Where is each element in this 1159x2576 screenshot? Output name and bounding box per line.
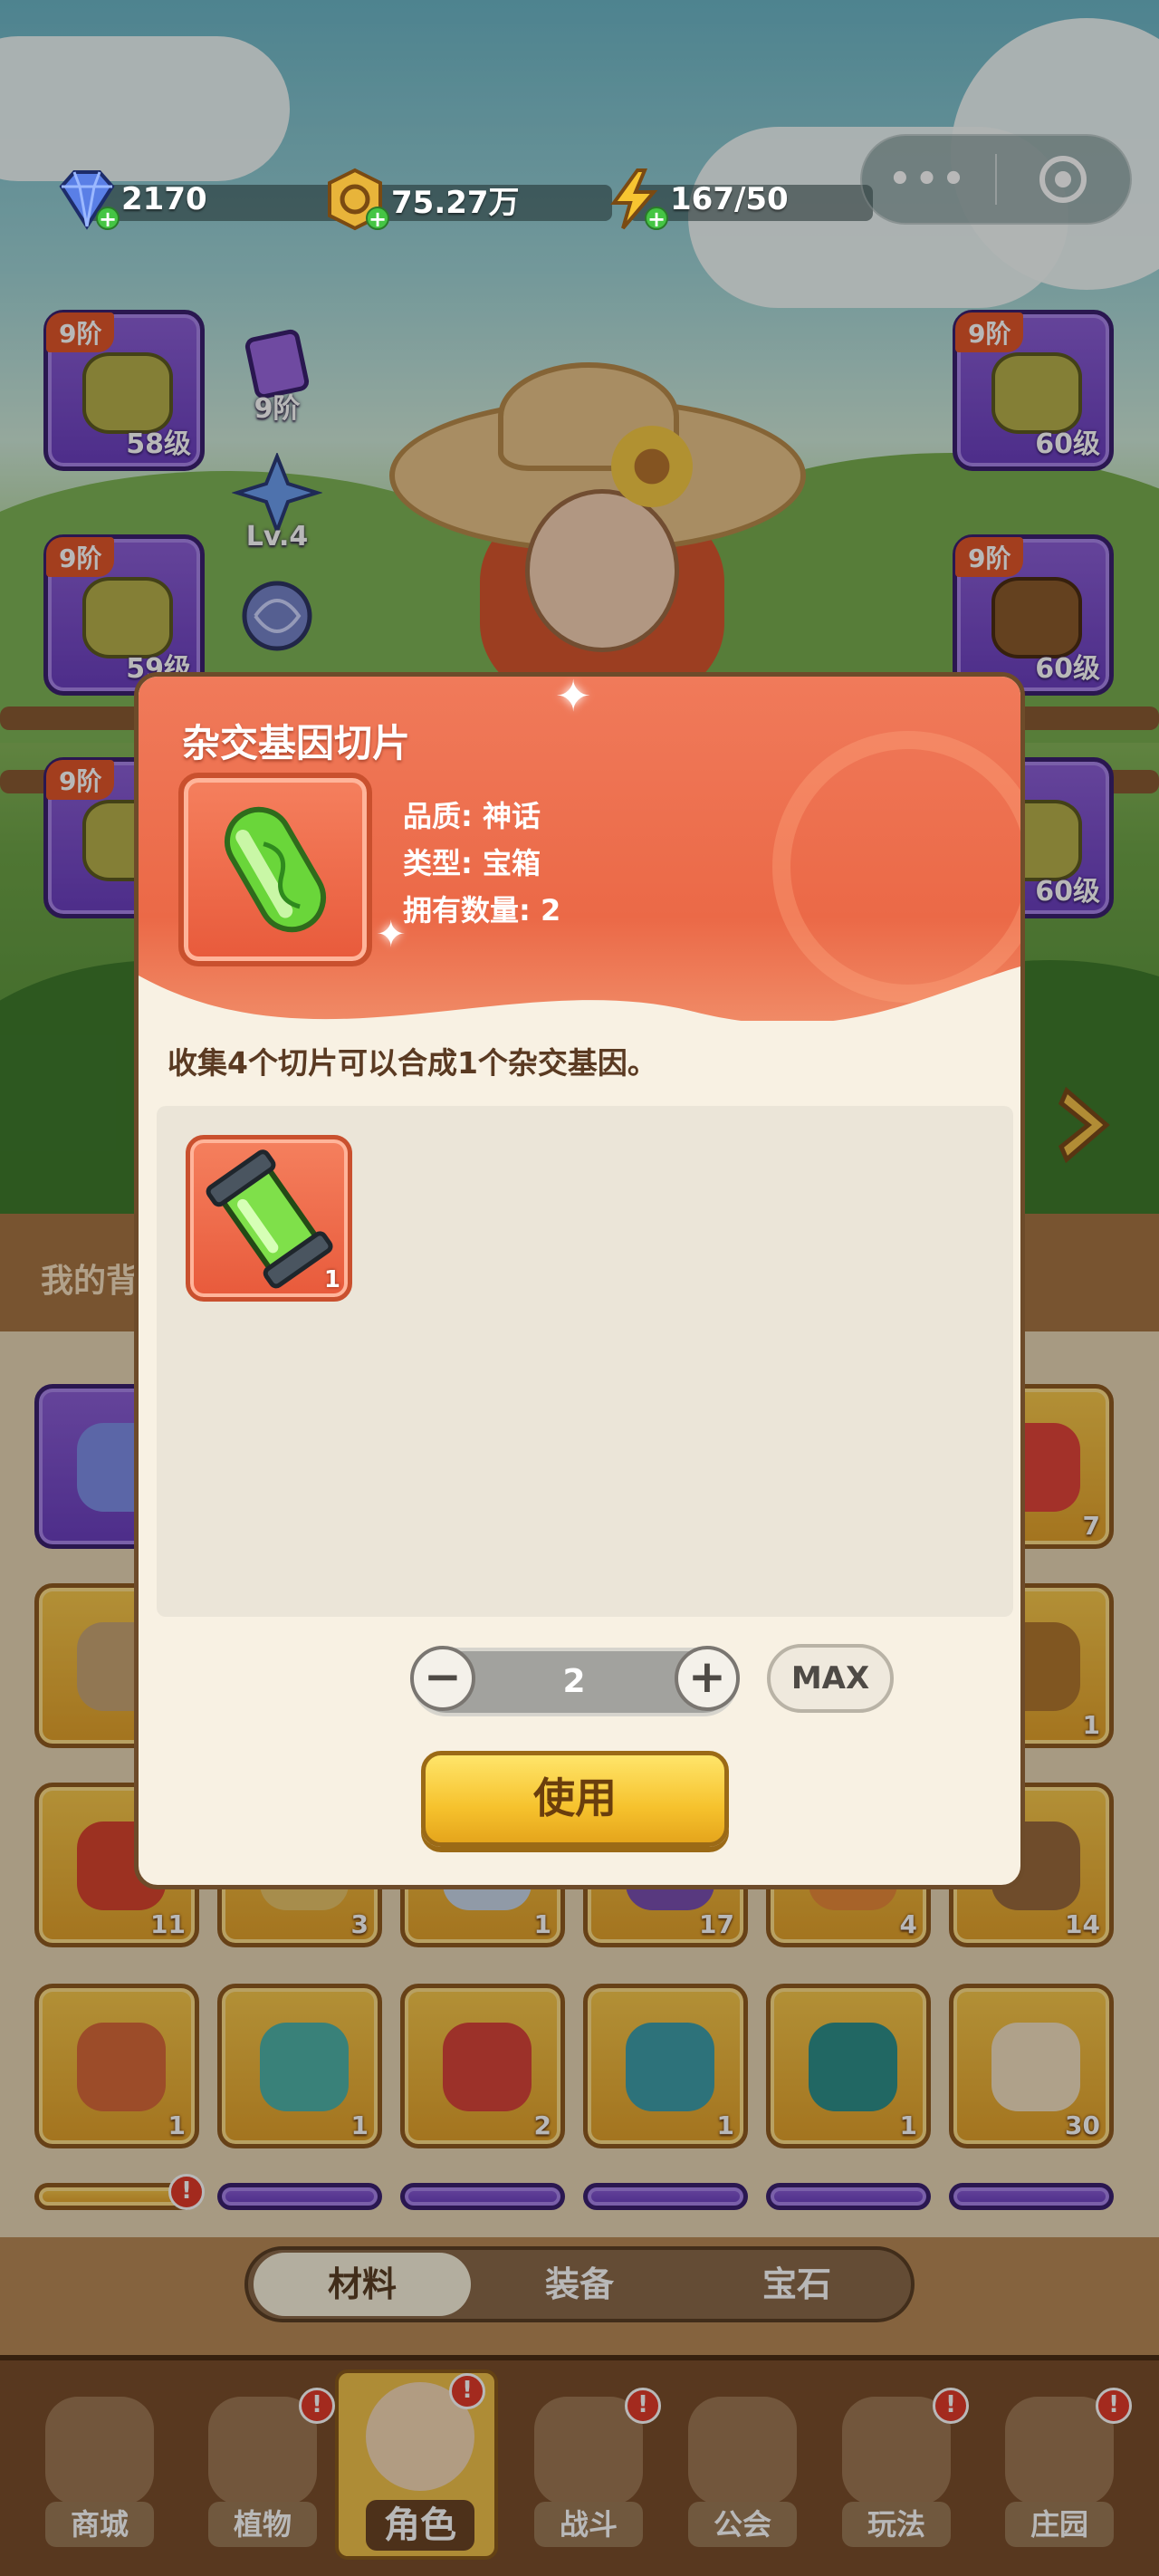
sparkle-icon: ✦ [555,672,592,722]
max-button[interactable]: MAX [767,1644,894,1713]
use-button[interactable]: 使用 [421,1751,729,1847]
gem-value: 2170 [121,181,207,217]
gold-counter[interactable]: + 75.27万 [322,168,612,231]
gold-value: 75.27万 [391,184,520,221]
quantity-stepper: − 2 + [410,1646,740,1716]
lightning-icon: + [601,167,668,232]
item-description: 收集4个切片可以合成1个杂交基因。 [168,1045,657,1081]
dialog-title: 杂交基因切片 [182,721,411,765]
rewards-area: 1 [157,1106,1013,1617]
energy-value: 167/50 [670,181,789,217]
item-type: 类型: 宝箱 [403,846,541,880]
sparkle-icon: ✦ [376,914,407,956]
item-detail-dialog: ✦ ✦ 杂交基因切片 品质: 神话 类型: 宝箱 拥有数量: 2 收集4个切片可… [134,672,1025,1889]
gene-capsule-icon [225,806,326,933]
diamond-icon: + [53,167,120,232]
item-quality: 品质: 神话 [403,799,541,833]
reward-count: 1 [323,1266,340,1293]
item-preview [178,773,372,966]
item-owned: 拥有数量: 2 [403,893,561,928]
increase-button[interactable]: + [675,1646,740,1711]
reward-slot[interactable]: 1 [186,1135,352,1302]
quantity-value[interactable]: 2 [479,1651,669,1713]
item-info: 品质: 神话 类型: 宝箱 拥有数量: 2 [403,793,560,934]
gold-coin-icon: + [322,167,389,232]
decrease-button[interactable]: − [410,1646,475,1711]
